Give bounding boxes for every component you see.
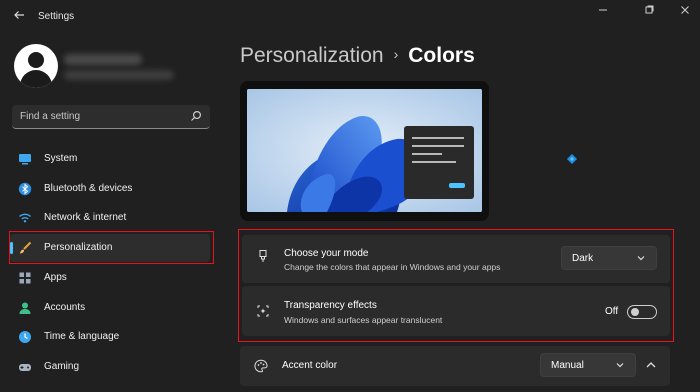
chevron-up-icon xyxy=(646,362,656,368)
breadcrumb-parent[interactable]: Personalization xyxy=(240,44,384,67)
gamepad-icon xyxy=(19,364,31,371)
sidebar-item-network[interactable]: Network & internet xyxy=(10,204,210,232)
monitor-icon xyxy=(19,154,31,165)
page-title: Colors xyxy=(408,44,475,67)
sidebar-item-apps[interactable]: Apps xyxy=(10,264,210,292)
wifi-icon xyxy=(19,213,31,223)
maximize-icon xyxy=(645,5,654,14)
apps-icon xyxy=(19,272,31,284)
chevron-down-icon xyxy=(616,363,624,368)
breadcrumb-separator: › xyxy=(393,46,399,62)
accent-expand-button[interactable] xyxy=(644,358,658,372)
sparkle-icon xyxy=(257,305,269,317)
maximize-button[interactable] xyxy=(634,4,664,22)
palette-icon xyxy=(254,359,268,373)
sidebar-item-accounts[interactable]: Accounts xyxy=(10,294,210,322)
chevron-down-icon xyxy=(637,256,645,261)
setting-subtitle: Change the colors that appear in Windows… xyxy=(284,262,501,272)
mode-dropdown-value: Dark xyxy=(572,253,594,264)
sidebar-item-label: Gaming xyxy=(44,361,80,372)
close-icon xyxy=(681,6,689,14)
minimize-icon xyxy=(599,9,607,11)
sidebar-item-label: Network & internet xyxy=(44,212,127,223)
close-button[interactable] xyxy=(670,4,700,22)
sidebar-item-system[interactable]: System xyxy=(10,145,210,173)
accent-dropdown-value: Manual xyxy=(551,360,584,371)
watermark-logo-icon xyxy=(567,154,577,164)
breadcrumb: Personalization › Colors xyxy=(240,44,475,68)
search-input[interactable]: Find a setting xyxy=(12,105,210,129)
setting-subtitle: Windows and surfaces appear translucent xyxy=(284,315,443,325)
preview-window xyxy=(404,126,474,199)
sidebar-item-label: Bluetooth & devices xyxy=(44,183,133,194)
transparency-state-label: Off xyxy=(605,306,619,317)
sidebar-item-gaming[interactable]: Gaming xyxy=(10,353,210,381)
bluetooth-icon xyxy=(18,182,32,196)
back-arrow-icon xyxy=(14,11,24,19)
minimize-button[interactable] xyxy=(588,4,618,22)
title-bar: Settings xyxy=(0,0,700,34)
sidebar-item-label: Accounts xyxy=(44,302,86,313)
accent-dropdown[interactable]: Manual xyxy=(540,353,636,377)
sidebar-item-time-language[interactable]: Time & language xyxy=(10,323,210,351)
mode-dropdown[interactable]: Dark xyxy=(561,246,657,270)
setting-title: Accent color xyxy=(282,360,338,371)
setting-title: Choose your mode xyxy=(284,248,369,259)
transparency-toggle[interactable] xyxy=(627,305,657,319)
sidebar-item-label: Apps xyxy=(44,272,67,283)
app-title: Settings xyxy=(38,11,75,22)
sidebar-item-label: Time & language xyxy=(44,331,120,342)
account-email-redacted xyxy=(64,70,174,80)
paint-brush-icon xyxy=(259,250,267,262)
highlight-box-personalization xyxy=(9,231,214,264)
theme-preview xyxy=(240,81,489,221)
sidebar-item-bluetooth[interactable]: Bluetooth & devices xyxy=(10,175,210,203)
globe-clock-icon xyxy=(19,331,31,343)
avatar[interactable] xyxy=(14,44,58,88)
search-icon[interactable] xyxy=(190,110,202,122)
sidebar-item-label: System xyxy=(44,153,78,164)
search-placeholder: Find a setting xyxy=(20,111,81,122)
setting-title: Transparency effects xyxy=(284,300,377,311)
person-icon xyxy=(19,302,31,314)
account-name-redacted xyxy=(64,54,142,65)
back-button[interactable] xyxy=(8,8,30,26)
